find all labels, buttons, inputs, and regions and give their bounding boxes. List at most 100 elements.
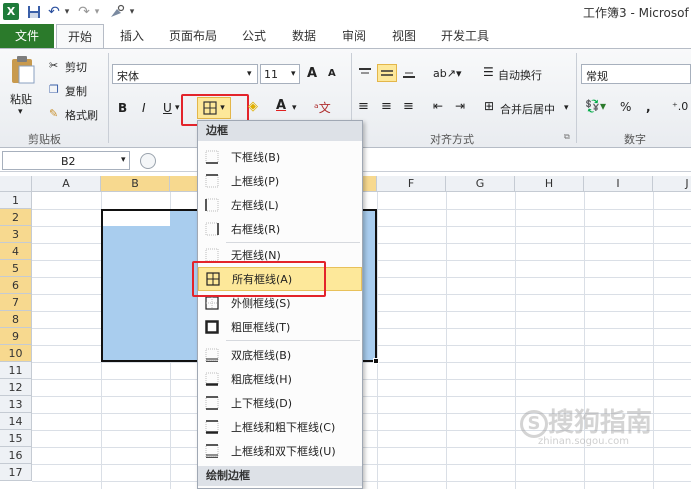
menu-item-top-border[interactable]: 上框线(P)	[198, 169, 362, 193]
italic-button[interactable]: I	[142, 101, 146, 115]
tab-formulas[interactable]: 公式	[232, 24, 276, 48]
column-header[interactable]: F	[377, 176, 446, 192]
font-name-select[interactable]: 宋体 ▾	[112, 64, 258, 84]
font-color-dropdown-icon[interactable]: ▾	[292, 103, 297, 113]
format-painter-icon[interactable]: ✎	[49, 107, 58, 120]
tab-insert[interactable]: 插入	[110, 24, 154, 48]
underline-button[interactable]: U	[163, 101, 172, 115]
paste-icon[interactable]	[10, 55, 36, 85]
shrink-font-button[interactable]: A	[328, 68, 336, 79]
tab-file[interactable]: 文件	[0, 24, 54, 48]
percent-button[interactable]: %	[620, 100, 631, 114]
menu-item-double-bottom-border[interactable]: 双底框线(B)	[198, 343, 362, 367]
undo-dropdown-icon[interactable]: ▾	[62, 3, 72, 20]
row-header[interactable]: 17	[0, 464, 32, 481]
row-header[interactable]: 13	[0, 396, 32, 413]
column-header[interactable]: G	[446, 176, 515, 192]
tab-review[interactable]: 审阅	[332, 24, 376, 48]
cut-button[interactable]: 剪切	[65, 59, 87, 75]
format-painter-button[interactable]: 格式刷	[65, 107, 98, 123]
row-header[interactable]: 12	[0, 379, 32, 396]
tab-home[interactable]: 开始	[56, 24, 104, 49]
wrap-text-button[interactable]: 自动换行	[498, 67, 542, 83]
paste-button[interactable]: 粘贴	[10, 91, 32, 107]
row-header[interactable]: 9	[0, 328, 32, 345]
currency-icon[interactable]: 💱▾	[585, 99, 606, 113]
number-format-select[interactable]: 常规	[581, 64, 691, 84]
menu-item-top-bottom-border[interactable]: 上下框线(D)	[198, 391, 362, 415]
merge-dropdown-icon[interactable]: ▾	[564, 103, 569, 113]
row-header[interactable]: 2	[0, 209, 32, 226]
align-center-icon[interactable]: ≡	[381, 99, 392, 114]
row-header[interactable]: 14	[0, 413, 32, 430]
comma-button[interactable]: ,	[646, 100, 651, 114]
alignment-dialog-launcher-icon[interactable]: ⧉	[564, 132, 570, 142]
menu-item-bottom-border[interactable]: 下框线(B)	[198, 145, 362, 169]
save-icon[interactable]	[26, 3, 42, 20]
menu-item-right-border[interactable]: 右框线(R)	[198, 217, 362, 241]
customize-quick-access-icon[interactable]: ▾	[127, 3, 137, 20]
copy-icon[interactable]: ❐	[49, 83, 59, 96]
ribbon-tabs: 文件 开始 插入 页面布局 公式 数据 审阅 视图 开发工具	[0, 24, 691, 49]
font-color-icon[interactable]: A	[276, 98, 286, 113]
paste-dropdown-icon[interactable]: ▾	[18, 107, 23, 117]
name-box[interactable]: B2 ▾	[2, 151, 130, 170]
row-header[interactable]: 16	[0, 447, 32, 464]
menu-item-top-double-bottom-border[interactable]: 上框线和双下框线(U)	[198, 439, 362, 463]
row-header[interactable]: 3	[0, 226, 32, 243]
cut-icon[interactable]: ✂	[49, 59, 58, 72]
menu-item-left-border[interactable]: 左框线(L)	[198, 193, 362, 217]
custom-tool-icon[interactable]	[108, 3, 126, 20]
align-top-icon[interactable]	[357, 65, 373, 81]
row-header[interactable]: 11	[0, 362, 32, 379]
menu-item-thick-bottom-border[interactable]: 粗底框线(H)	[198, 367, 362, 391]
grow-font-button[interactable]: A	[307, 66, 317, 81]
tab-developer[interactable]: 开发工具	[434, 24, 496, 48]
row-header[interactable]: 1	[0, 192, 32, 209]
name-box-dropdown-icon[interactable]: ▾	[121, 155, 126, 165]
redo-dropdown-icon[interactable]: ▾	[92, 3, 102, 20]
orientation-icon[interactable]: ab↗▾	[433, 67, 461, 80]
fill-handle[interactable]	[373, 358, 379, 364]
merge-center-icon[interactable]: ⊞	[484, 99, 494, 113]
row-header[interactable]: 5	[0, 260, 32, 277]
decrease-indent-icon[interactable]: ⇤	[433, 99, 443, 113]
column-header[interactable]: I	[584, 176, 653, 192]
column-header[interactable]: J	[653, 176, 691, 192]
redo-icon[interactable]: ↷	[77, 3, 91, 20]
row-header[interactable]: 4	[0, 243, 32, 260]
menu-item-thick-box-border[interactable]: 粗匣框线(T)	[198, 315, 362, 339]
number-group-label: 数字	[624, 133, 646, 146]
select-all-corner[interactable]	[0, 176, 32, 192]
wrap-text-icon[interactable]: ☰	[483, 65, 494, 79]
row-header[interactable]: 7	[0, 294, 32, 311]
column-header[interactable]: B	[101, 176, 170, 192]
row-header[interactable]: 10	[0, 345, 32, 362]
align-middle-icon[interactable]	[377, 64, 397, 82]
tab-page-layout[interactable]: 页面布局	[160, 24, 226, 48]
align-bottom-icon[interactable]	[401, 65, 417, 81]
formula-expand-icon[interactable]	[140, 153, 156, 169]
merge-center-button[interactable]: 合并后居中	[500, 101, 555, 117]
align-right-icon[interactable]: ≡	[403, 99, 414, 114]
border-double-bottom-icon	[205, 348, 219, 362]
column-header[interactable]: A	[32, 176, 101, 192]
underline-dropdown-icon[interactable]: ▾	[175, 103, 180, 113]
menu-item-top-thick-bottom-border[interactable]: 上框线和粗下框线(C)	[198, 415, 362, 439]
copy-button[interactable]: 复制	[65, 83, 87, 99]
increase-indent-icon[interactable]: ⇥	[455, 99, 465, 113]
border-thick-box-icon	[205, 320, 219, 334]
row-header[interactable]: 8	[0, 311, 32, 328]
column-header[interactable]: H	[515, 176, 584, 192]
fill-color-icon[interactable]: ◈	[248, 99, 258, 114]
undo-icon[interactable]: ↶	[47, 3, 61, 20]
increase-decimal-icon[interactable]: ⁺.0	[672, 100, 688, 113]
tab-view[interactable]: 视图	[382, 24, 426, 48]
phonetic-icon[interactable]: ᵃ文	[314, 99, 331, 116]
font-size-select[interactable]: 11 ▾	[260, 64, 300, 84]
align-left-icon[interactable]: ≡	[358, 99, 369, 114]
bold-button[interactable]: B	[118, 101, 127, 115]
row-header[interactable]: 6	[0, 277, 32, 294]
tab-data[interactable]: 数据	[282, 24, 326, 48]
row-header[interactable]: 15	[0, 430, 32, 447]
